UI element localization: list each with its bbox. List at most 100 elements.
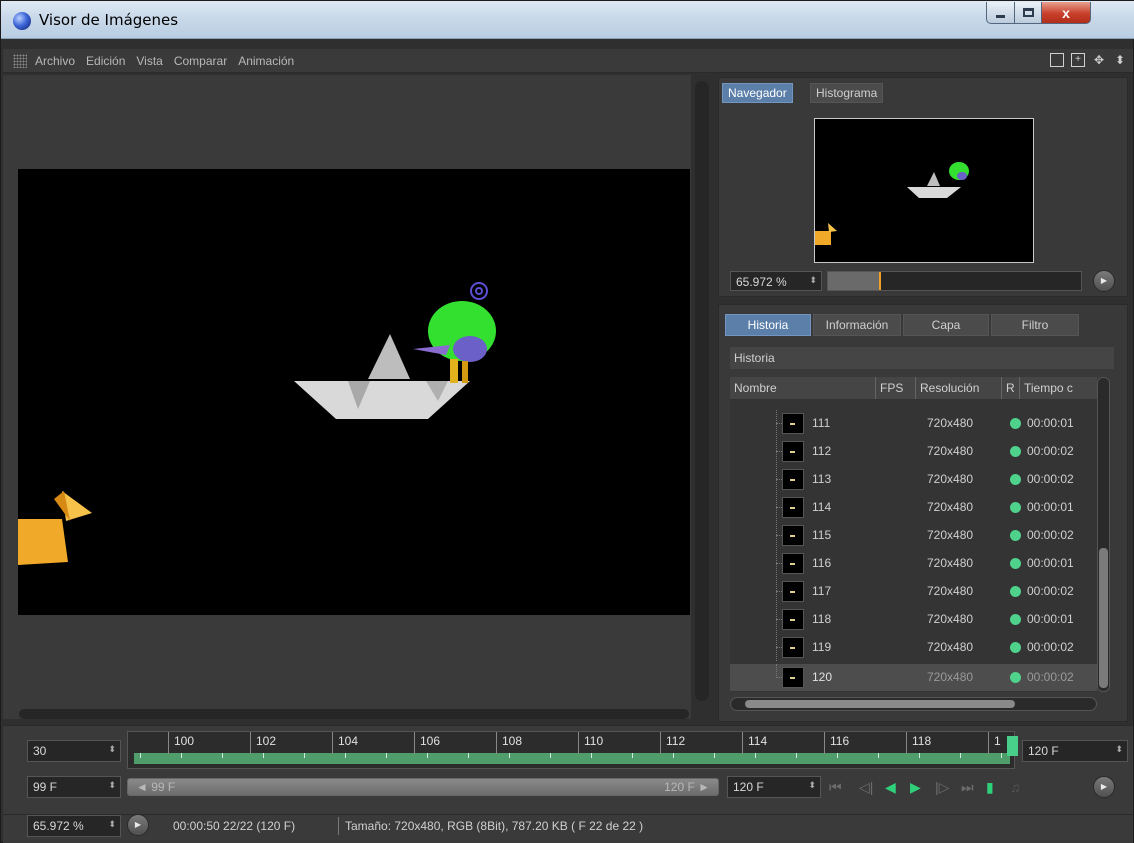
status-menu-button[interactable]: ▶	[127, 814, 149, 836]
timeline-playhead[interactable]	[1007, 736, 1018, 756]
range-slider[interactable]: ◄ 99 F 120 F ►	[127, 778, 719, 796]
maximize-icon	[1022, 8, 1034, 17]
play-backward-icon[interactable]: ◀	[885, 779, 896, 795]
fps-input[interactable]: 30 ⬍	[27, 740, 121, 762]
frame-thumbnail	[782, 413, 804, 434]
zoom-slider-handle[interactable]	[879, 272, 881, 290]
spinner-icon: ⬍	[108, 744, 116, 754]
timeline-major-tick	[660, 732, 661, 754]
status-dot	[1010, 586, 1021, 597]
table-row[interactable]: 118 720x480 00:00:01	[730, 606, 1097, 633]
table-row[interactable]: 114 720x480 00:00:01	[730, 494, 1097, 521]
range-end-input[interactable]: 120 F ⬍	[727, 776, 821, 798]
status-dot	[1010, 530, 1021, 541]
navigator-zoom-slider[interactable]	[827, 271, 1082, 291]
dock-icon[interactable]: ⬍	[1113, 53, 1127, 67]
timeline-tick-label: 1	[994, 734, 1001, 748]
minimize-button[interactable]	[986, 2, 1015, 24]
table-row[interactable]: 115 720x480 00:00:02	[730, 522, 1097, 549]
tab-capa[interactable]: Capa	[903, 314, 989, 336]
timeline-tick-label: 108	[502, 734, 523, 748]
col-nombre[interactable]: Nombre	[730, 377, 876, 399]
timeline-ruler[interactable]: 100 102 104 106 108 110 112 114 116 118 1	[127, 731, 1018, 769]
timeline-tick-label: 110	[584, 734, 604, 748]
status-dot	[1010, 558, 1021, 569]
timeline-minor-tick	[755, 753, 756, 758]
navigator-zoom-input[interactable]: 65.972 % ⬍	[730, 271, 822, 291]
go-to-start-icon[interactable]: ⏮	[829, 779, 842, 795]
navigator-thumbnail[interactable]	[814, 118, 1034, 263]
tab-navegador[interactable]: Navegador	[722, 83, 793, 103]
navigator-menu-button[interactable]: ▶	[1093, 270, 1115, 292]
expand-pane-icon[interactable]: +	[1071, 53, 1085, 67]
tab-histograma[interactable]: Histograma	[810, 83, 884, 103]
single-pane-icon[interactable]	[1050, 53, 1064, 67]
viewer-vertical-scrollbar[interactable]	[695, 81, 709, 701]
table-row[interactable]: 116 720x480 00:00:01	[730, 550, 1097, 577]
loop-icon[interactable]: ▮	[986, 779, 994, 795]
render-canvas[interactable]	[18, 169, 690, 615]
table-row[interactable]: 112 720x480 00:00:02	[730, 438, 1097, 465]
menu-archivo[interactable]: Archivo	[35, 54, 75, 68]
step-forward-icon[interactable]: |▷	[935, 779, 949, 795]
timeline-major-tick	[496, 732, 497, 754]
playback-menu-button[interactable]: ▶	[1093, 776, 1115, 798]
status-dot	[1010, 502, 1021, 513]
col-fps[interactable]: FPS	[876, 377, 916, 399]
timeline-major-tick	[578, 732, 579, 754]
audio-icon[interactable]: ♫	[1010, 779, 1021, 795]
maximize-button[interactable]	[1015, 2, 1042, 24]
menu-edicion[interactable]: Edición	[86, 54, 125, 68]
play-forward-icon[interactable]: ▶	[910, 779, 921, 795]
timeline-minor-tick	[919, 753, 920, 758]
table-row[interactable]: 113 720x480 00:00:02	[730, 466, 1097, 493]
table-row-selected[interactable]: 120 720x480 00:00:02	[730, 664, 1097, 691]
menu-animacion[interactable]: Animación	[238, 54, 294, 68]
timeline-minor-tick	[468, 753, 469, 758]
range-start-input[interactable]: 99 F ⬍	[27, 776, 121, 798]
timeline-minor-tick	[960, 753, 961, 758]
timeline-minor-tick	[304, 753, 305, 758]
status-divider	[338, 817, 339, 835]
title-bar[interactable]: Visor de Imágenes x	[1, 1, 1134, 39]
grip-icon[interactable]	[13, 54, 27, 68]
timeline-minor-tick	[796, 753, 797, 758]
timeline-minor-tick	[632, 753, 633, 758]
minimize-icon	[996, 15, 1005, 18]
history-horizontal-scrollbar[interactable]	[730, 697, 1097, 711]
table-row[interactable]: 111 720x480 00:00:01	[730, 410, 1097, 437]
timeline-minor-tick	[509, 753, 510, 758]
col-tiempo[interactable]: Tiempo c	[1020, 377, 1097, 399]
status-zoom-input[interactable]: 65.972 % ⬍	[27, 815, 121, 837]
tab-filtro[interactable]: Filtro	[991, 314, 1079, 336]
menu-vista[interactable]: Vista	[136, 54, 162, 68]
col-r[interactable]: R	[1002, 377, 1020, 399]
history-table: Nombre FPS Resolución R Tiempo c 111 720x…	[730, 377, 1097, 692]
menu-comparar[interactable]: Comparar	[174, 54, 227, 68]
status-dot	[1010, 642, 1021, 653]
timeline-major-tick	[906, 732, 907, 754]
timeline-major-tick	[824, 732, 825, 754]
spinner-icon: ⬍	[108, 780, 116, 790]
spinner-icon[interactable]: ⬍	[809, 275, 817, 286]
timeline-minor-tick	[1001, 753, 1002, 758]
tab-historia[interactable]: Historia	[725, 314, 811, 336]
col-resolucion[interactable]: Resolución	[916, 377, 1002, 399]
timeline-minor-tick	[222, 753, 223, 758]
timeline-minor-tick	[181, 753, 182, 758]
timeline-minor-tick	[386, 753, 387, 758]
frame-thumbnail	[782, 525, 804, 546]
tab-informacion[interactable]: Información	[813, 314, 901, 336]
table-row[interactable]: 117 720x480 00:00:02	[730, 578, 1097, 605]
step-back-icon[interactable]: ◁|	[859, 779, 873, 795]
viewer-horizontal-scrollbar[interactable]	[19, 709, 689, 719]
table-row[interactable]: 119 720x480 00:00:02	[730, 634, 1097, 661]
end-frame-input[interactable]: 120 F ⬍	[1022, 740, 1128, 762]
close-button[interactable]: x	[1042, 2, 1091, 24]
move-icon[interactable]: ✥	[1092, 53, 1106, 67]
history-vertical-scrollbar[interactable]	[1097, 377, 1110, 692]
timeline-minor-tick	[345, 753, 346, 758]
render-image	[18, 282, 496, 565]
go-to-end-icon[interactable]: ⏭	[961, 779, 974, 795]
frame-thumbnail	[782, 441, 804, 462]
